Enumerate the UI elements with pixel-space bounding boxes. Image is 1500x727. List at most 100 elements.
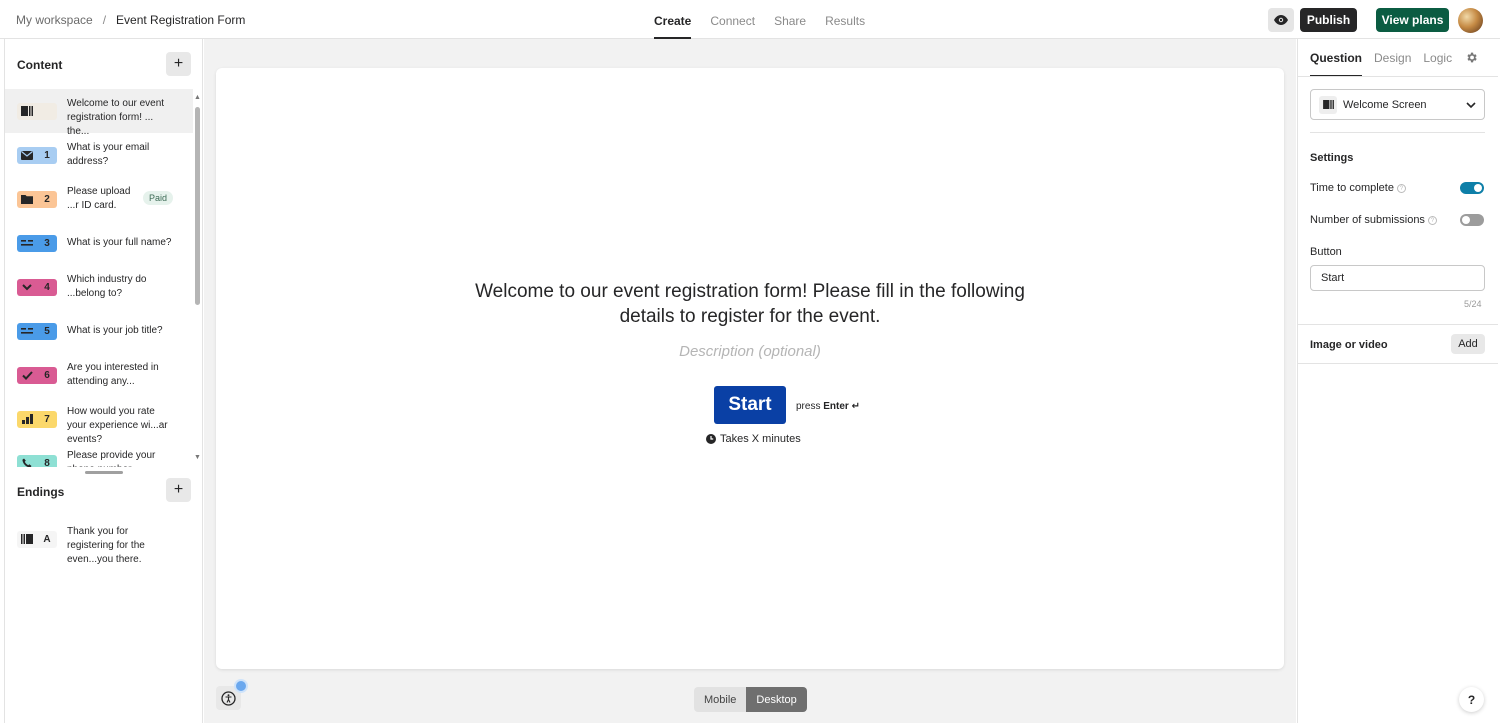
q8-badge: 8	[17, 454, 57, 468]
chevron-down-icon	[22, 283, 32, 290]
tab-share[interactable]: Share	[774, 0, 806, 39]
paid-badge: Paid	[143, 191, 174, 205]
help-icon[interactable]: ?	[1427, 216, 1437, 225]
settings-heading: Settings	[1310, 152, 1354, 164]
add-content-button[interactable]: +	[166, 52, 191, 76]
list-item-text: What is your job title?	[67, 325, 163, 336]
list-item-q6[interactable]: 6 Are you interested in attending any...	[5, 353, 193, 397]
character-counter: 5/24	[1464, 299, 1482, 309]
tab-logic[interactable]: Logic	[1423, 39, 1452, 77]
list-item-text: Please provide your phone number...	[67, 450, 156, 467]
description-placeholder[interactable]: Description (optional)	[460, 343, 1040, 360]
question-type-select[interactable]: Welcome Screen	[1310, 89, 1485, 120]
settings-panel: Question Design Logic Welcome Screen Set…	[1297, 39, 1498, 723]
welcome-badge	[17, 102, 57, 120]
list-item-q5[interactable]: 5 What is your job title?	[5, 309, 193, 353]
panel-tabs: Question Design Logic	[1310, 39, 1452, 77]
list-scrollbar-thumb[interactable]	[195, 107, 200, 305]
welcome-screen-icon	[1322, 100, 1334, 109]
q7-badge: 7	[17, 410, 57, 428]
help-icon[interactable]: ?	[1396, 184, 1406, 193]
time-to-complete-text: Time to complete	[1310, 182, 1394, 194]
q2-badge: 2	[17, 190, 57, 208]
welcome-screen-icon	[21, 106, 33, 116]
press-prefix: press	[796, 401, 821, 412]
endings-heading: Endings	[17, 485, 65, 499]
list-item-text: Thank you for registering for the even..…	[67, 526, 145, 565]
chevron-down-icon	[1466, 102, 1476, 109]
add-ending-button[interactable]: +	[166, 478, 191, 502]
start-button[interactable]: Start	[714, 386, 786, 424]
number-of-submissions-text: Number of submissions	[1310, 214, 1425, 226]
mobile-view-option[interactable]: Mobile	[694, 687, 747, 712]
q6-badge: 6	[17, 366, 57, 384]
question-type-value: Welcome Screen	[1343, 98, 1427, 111]
ending-screen-icon	[21, 534, 33, 544]
top-bar: My workspace / Event Registration Form C…	[0, 0, 1500, 39]
divider	[1310, 132, 1485, 133]
list-item-text: Which industry do ...belong to?	[67, 274, 147, 299]
scroll-up-arrow-icon[interactable]: ▲	[194, 94, 201, 101]
bar-chart-icon	[21, 414, 33, 424]
image-or-video-label: Image or video	[1310, 339, 1388, 351]
divider	[1298, 324, 1498, 325]
q7-number: 7	[44, 413, 50, 425]
q3-badge: 3	[17, 234, 57, 252]
number-of-submissions-label: Number of submissions?	[1310, 214, 1437, 226]
breadcrumb-workspace[interactable]: My workspace	[16, 13, 93, 27]
tab-design[interactable]: Design	[1374, 39, 1411, 77]
tab-create[interactable]: Create	[654, 0, 692, 39]
list-item-text: What is your email address?	[67, 142, 150, 167]
envelope-icon	[21, 150, 33, 160]
button-text-input[interactable]: Start	[1310, 265, 1485, 291]
q4-number: 4	[44, 281, 50, 293]
button-label: Button	[1310, 246, 1342, 258]
preview-button[interactable]	[1268, 8, 1294, 32]
ending-badge: A	[17, 530, 57, 548]
time-to-complete-label: Time to complete?	[1310, 182, 1406, 194]
list-item-text: What is your full name?	[67, 237, 172, 248]
q8-number: 8	[44, 457, 50, 468]
q6-number: 6	[44, 369, 50, 381]
divider	[1298, 363, 1498, 364]
tab-connect[interactable]: Connect	[710, 0, 755, 39]
divider	[1298, 76, 1498, 77]
number-of-submissions-toggle[interactable]	[1460, 214, 1484, 226]
list-item-q4[interactable]: 4 Which industry do ...belong to?	[5, 265, 193, 309]
list-item-text: Please upload ...r ID card.	[67, 186, 131, 211]
resize-handle[interactable]	[85, 471, 123, 474]
breadcrumb-separator: /	[102, 13, 107, 27]
avatar[interactable]	[1458, 8, 1483, 33]
q5-number: 5	[44, 325, 50, 337]
tab-results[interactable]: Results	[825, 0, 865, 39]
list-item-q7[interactable]: 7 How would you rate your experience wi.…	[5, 397, 193, 445]
scroll-down-arrow-icon[interactable]: ▼	[194, 454, 201, 461]
settings-button[interactable]	[1465, 51, 1478, 67]
list-item-q2[interactable]: 2 Please upload ...r ID card. Paid	[5, 177, 193, 221]
add-media-button[interactable]: Add	[1451, 334, 1485, 354]
list-item-q3[interactable]: 3 What is your full name?	[5, 221, 193, 265]
help-button[interactable]: ?	[1459, 687, 1484, 712]
tab-question[interactable]: Question	[1310, 39, 1363, 77]
enter-key-label: Enter ↵	[823, 401, 860, 412]
time-to-complete-toggle[interactable]	[1460, 182, 1484, 194]
short-text-icon	[21, 328, 33, 334]
publish-button[interactable]: Publish	[1300, 8, 1357, 32]
gear-icon	[1467, 52, 1477, 63]
phone-icon	[22, 458, 32, 467]
folder-icon	[21, 195, 33, 204]
list-item-q8[interactable]: 8 Please provide your phone number...	[5, 441, 193, 467]
breadcrumb-form-title[interactable]: Event Registration Form	[116, 13, 245, 27]
list-item-ending-a[interactable]: A Thank you for registering for the even…	[5, 517, 193, 565]
desktop-view-option[interactable]: Desktop	[746, 687, 807, 712]
list-item-q1[interactable]: 1 What is your email address?	[5, 133, 193, 177]
check-icon	[21, 370, 33, 380]
welcome-title[interactable]: Welcome to our event registration form! …	[460, 279, 1040, 329]
view-plans-button[interactable]: View plans	[1376, 8, 1449, 32]
preview-canvas: Welcome to our event registration form! …	[204, 39, 1296, 723]
breadcrumb: My workspace / Event Registration Form	[16, 13, 245, 27]
content-sidebar: Content + Welcome to our event registrat…	[4, 39, 203, 723]
list-item-welcome[interactable]: Welcome to our event registration form! …	[5, 89, 193, 137]
q2-number: 2	[44, 193, 50, 205]
question-list: Welcome to our event registration form! …	[5, 89, 193, 467]
